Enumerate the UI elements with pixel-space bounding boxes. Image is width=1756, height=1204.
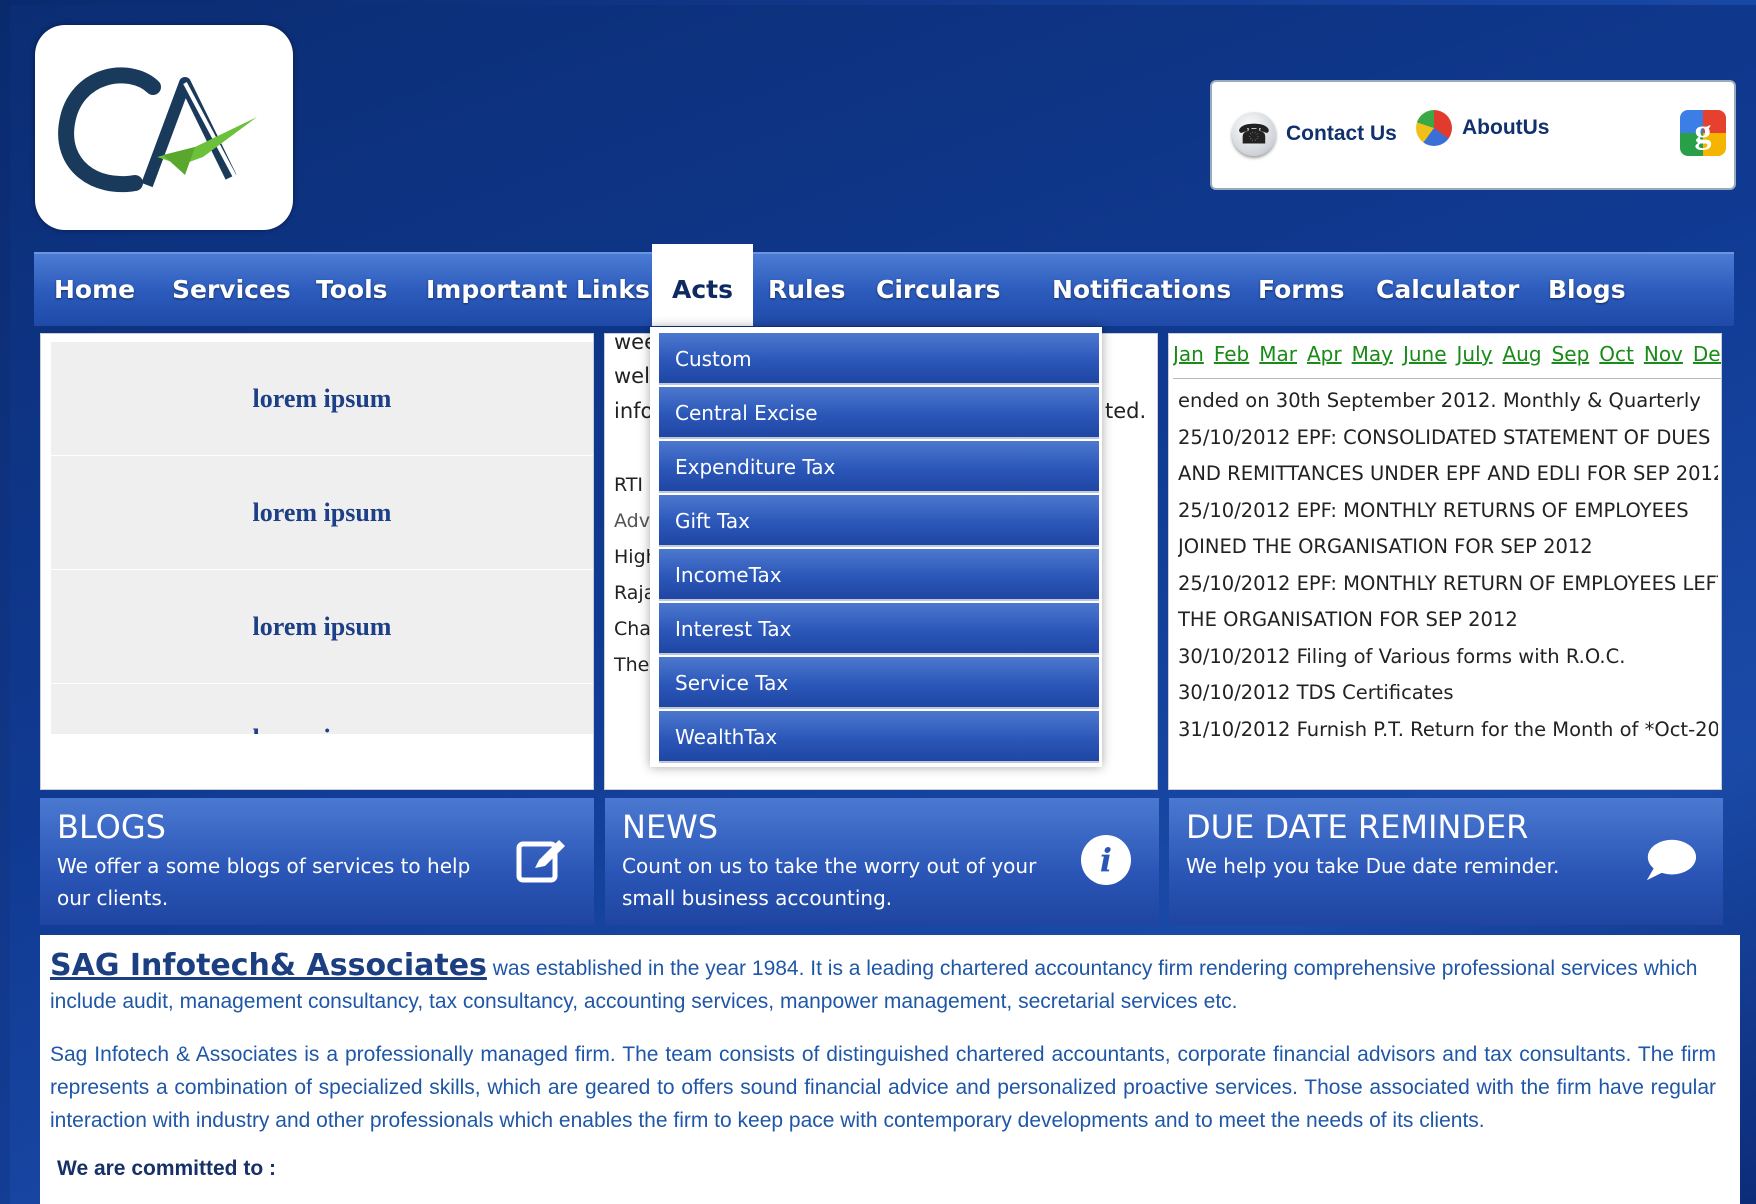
due-date-item: 25/10/2012 EPF: CONSOLIDATED STATEMENT O… [1178,425,1711,449]
dropdown-item-income-tax[interactable]: IncomeTax [659,549,1099,601]
nav-important-links[interactable]: Important Links [406,254,670,326]
due-date-list: ended on 30th September 2012. Monthly & … [1178,383,1718,748]
company-name: SAG Infotech& Associates [50,948,487,983]
chat-bubble-icon [1643,833,1697,887]
month-link-oct[interactable]: Oct [1599,342,1634,366]
nav-circulars[interactable]: Circulars [856,254,1021,326]
about-section: SAG Infotech& Associates was established… [40,935,1740,1204]
nav-rules[interactable]: Rules [748,254,865,326]
google-icon[interactable]: g [1680,110,1726,156]
due-date-item: JOINED THE ORGANISATION FOR SEP 2012 [1178,535,1593,558]
dropdown-item-central-excise[interactable]: Central Excise [659,387,1099,439]
contact-us-label: Contact Us [1286,122,1397,145]
info-icon: i [1079,833,1133,887]
contact-bar: ☎ Contact Us AboutUs g [1210,80,1736,190]
due-date-item: 31/10/2012 Furnish P.T. Return for the M… [1178,717,1718,741]
nav-acts[interactable]: Acts [652,244,753,326]
telephone-icon: ☎ [1232,112,1276,156]
month-link-nov[interactable]: Nov [1644,342,1683,366]
news-fragment: RTI I [614,474,655,496]
contact-us-link[interactable]: ☎ Contact Us [1232,112,1397,156]
dropdown-item-gift-tax[interactable]: Gift Tax [659,495,1099,547]
lorem-item[interactable]: lorem ipsum [51,342,593,456]
dropdown-item-expenditure-tax[interactable]: Expenditure Tax [659,441,1099,493]
month-link-sep[interactable]: Sep [1552,342,1590,366]
month-link-may[interactable]: May [1352,342,1393,366]
due-date-item: AND REMITTANCES UNDER EPF AND EDLI FOR S… [1178,462,1718,485]
blogs-title: BLOGS [57,808,166,846]
news-fragment: info [614,399,654,423]
pie-chart-icon [1416,110,1452,146]
month-link-jan[interactable]: Jan [1173,342,1204,366]
lorem-ipsum-panel: lorem ipsum lorem ipsum lorem ipsum lore… [40,333,594,790]
news-fragment: Adv [614,510,650,532]
month-link-june[interactable]: June [1403,342,1447,366]
main-navigation: Home Services Tools Important Links Acts… [34,244,1734,326]
about-paragraph: Sag Infotech & Associates is a professio… [50,1043,1716,1132]
dropdown-item-interest-tax[interactable]: Interest Tax [659,603,1099,655]
due-date-reminder-box[interactable]: DUE DATE REMINDER We help you take Due d… [1169,798,1723,925]
lorem-item[interactable]: lorem ipsum [51,456,593,570]
due-date-panel: Jan Feb Mar Apr May June July Aug Sep Oct Nov Dec e… [1168,333,1722,790]
news-fragment: wel [614,364,650,388]
ca-logo-icon [58,67,257,193]
month-link-feb[interactable]: Feb [1214,342,1249,366]
news-description: Count on us to take the worry out of you… [622,854,1037,910]
nav-forms[interactable]: Forms [1238,254,1365,326]
month-link-july[interactable]: July [1457,342,1493,366]
nav-services[interactable]: Services [152,254,311,326]
lorem-item[interactable]: lorem ipsum [51,684,593,735]
due-date-reminder-title: DUE DATE REMINDER [1186,808,1529,846]
month-link-mar[interactable]: Mar [1259,342,1297,366]
committed-heading: We are committed to : [57,1157,276,1180]
news-fragment-tail: ted. [1105,399,1147,423]
nav-home[interactable]: Home [34,254,155,326]
due-date-item: THE ORGANISATION FOR SEP 2012 [1178,608,1518,631]
due-date-item: ended on 30th September 2012. Monthly & … [1178,389,1701,412]
about-us-link[interactable]: AboutUs [1416,110,1550,146]
nav-blogs[interactable]: Blogs [1528,254,1646,326]
dropdown-item-service-tax[interactable]: Service Tax [659,657,1099,709]
dropdown-item-custom[interactable]: Custom [659,333,1099,385]
blogs-info-box[interactable]: BLOGS We offer a some blogs of services … [40,798,594,925]
due-date-reminder-description: We help you take Due date reminder. [1186,854,1560,878]
month-tabs: Jan Feb Mar Apr May June July Aug Sep Oct Nov Dec [1173,342,1721,379]
nav-notifications[interactable]: Notifications [1032,254,1251,326]
nav-tools[interactable]: Tools [296,254,408,326]
acts-dropdown-menu: Custom Central Excise Expenditure Tax Gi… [650,327,1102,767]
news-info-box[interactable]: NEWS Count on us to take the worry out o… [605,798,1159,925]
due-date-item: 30/10/2012 TDS Certificates [1178,681,1454,704]
about-us-label: AboutUs [1462,116,1550,139]
month-link-dec[interactable]: Dec [1693,342,1721,366]
due-date-item: 25/10/2012 EPF: MONTHLY RETURNS OF EMPLO… [1178,498,1689,522]
blogs-description: We offer a some blogs of services to hel… [57,854,471,910]
about-intro: SAG Infotech& Associates was established… [50,949,1716,1018]
site-logo[interactable] [35,25,293,230]
edit-icon [514,833,568,887]
due-date-item: 25/10/2012 EPF: MONTHLY RETURN OF EMPLOY… [1178,571,1718,595]
month-link-aug[interactable]: Aug [1503,342,1542,366]
due-date-item: 30/10/2012 Filing of Various forms with … [1178,644,1626,668]
nav-calculator[interactable]: Calculator [1356,254,1539,326]
dropdown-item-wealth-tax[interactable]: WealthTax [659,711,1099,763]
news-title: NEWS [622,808,719,846]
lorem-item[interactable]: lorem ipsum [51,570,593,684]
month-link-apr[interactable]: Apr [1307,342,1342,366]
